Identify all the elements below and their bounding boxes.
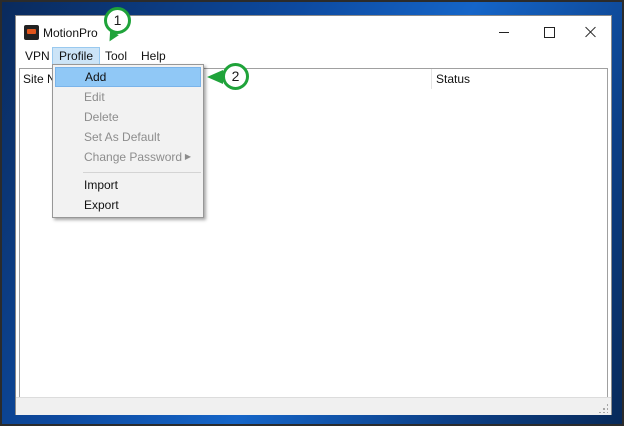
minimize-button[interactable] bbox=[482, 16, 526, 48]
menu-tool[interactable]: Tool bbox=[99, 47, 133, 65]
menu-vpn[interactable]: VPN bbox=[19, 47, 56, 65]
maximize-button[interactable] bbox=[527, 16, 571, 48]
menu-item-set-as-default[interactable]: Set As Default bbox=[55, 127, 201, 147]
menu-item-change-password[interactable]: Change Password ▶ bbox=[55, 147, 201, 167]
column-header-status[interactable]: Status bbox=[436, 72, 470, 86]
close-button[interactable] bbox=[569, 16, 613, 48]
window-title: MotionPro bbox=[43, 26, 98, 40]
close-icon bbox=[585, 26, 597, 38]
maximize-icon bbox=[543, 26, 555, 38]
menu-item-add[interactable]: Add bbox=[55, 67, 201, 87]
profile-dropdown-menu: Add Edit Delete Set As Default Change Pa… bbox=[52, 64, 204, 218]
submenu-arrow-icon: ▶ bbox=[184, 152, 191, 161]
desktop-background: MotionPro VPN Profile Tool Help Site N S… bbox=[0, 0, 624, 426]
callout-pointer-2 bbox=[207, 70, 223, 84]
step-2-callout: 2 bbox=[222, 63, 249, 90]
column-header-site-name[interactable]: Site N bbox=[23, 72, 56, 86]
step-1-callout: 1 bbox=[104, 7, 131, 34]
menu-bar: VPN Profile Tool Help bbox=[16, 46, 611, 66]
menu-item-change-password-label: Change Password bbox=[84, 150, 183, 164]
minimize-icon bbox=[499, 31, 509, 33]
menu-separator bbox=[83, 172, 201, 173]
column-divider[interactable] bbox=[431, 69, 432, 89]
menu-item-edit[interactable]: Edit bbox=[55, 87, 201, 107]
status-bar bbox=[16, 397, 611, 415]
menu-item-delete[interactable]: Delete bbox=[55, 107, 201, 127]
menu-profile[interactable]: Profile bbox=[52, 47, 101, 65]
menu-item-import[interactable]: Import bbox=[55, 175, 201, 195]
menu-help[interactable]: Help bbox=[135, 47, 172, 65]
resize-grip-icon[interactable] bbox=[598, 403, 608, 413]
motionpro-logo-icon bbox=[24, 25, 39, 40]
menu-item-export[interactable]: Export bbox=[55, 195, 201, 215]
